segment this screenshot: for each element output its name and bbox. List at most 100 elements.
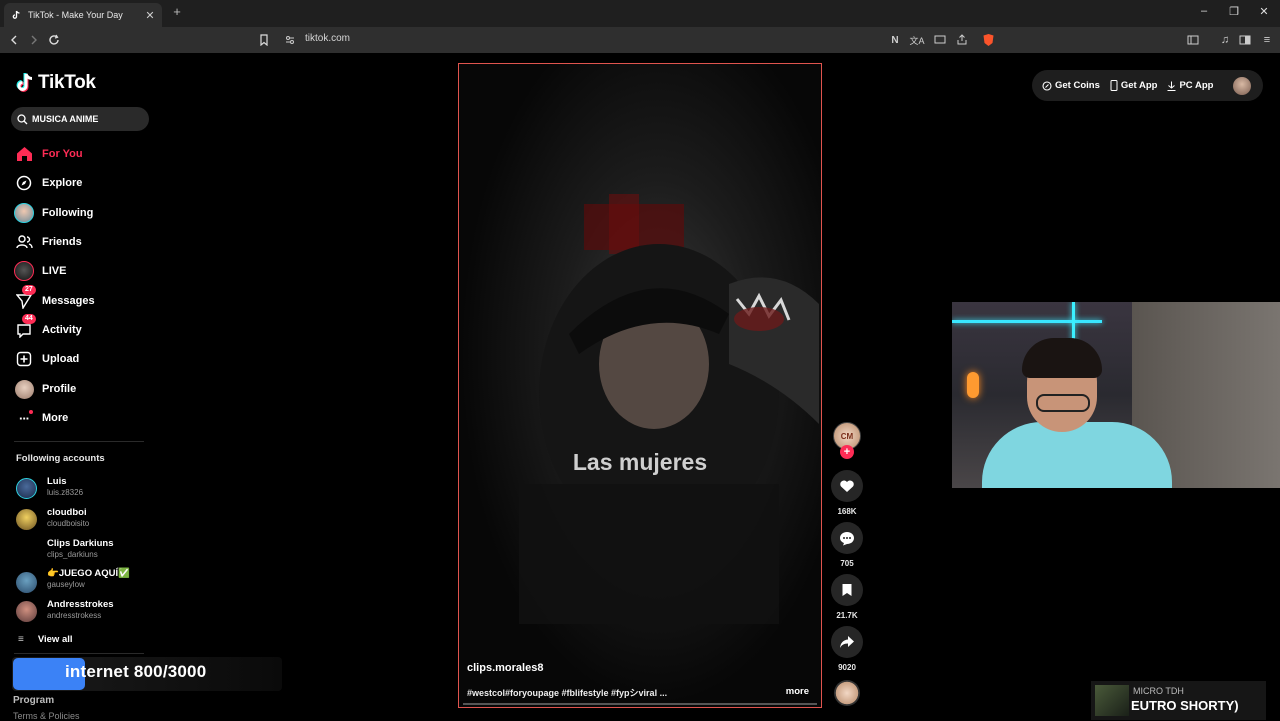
nav-label: Following [42, 207, 94, 219]
account-username: luis.z8326 [47, 488, 84, 497]
footer-program[interactable]: Program [13, 695, 54, 706]
music-disc-icon[interactable] [834, 680, 860, 706]
account-item[interactable]: Clips Darkiuns clips_darkiuns [14, 538, 154, 564]
comment-button[interactable] [831, 522, 863, 554]
address-bar[interactable]: tiktok.com [305, 33, 350, 44]
webcam-neon-light [952, 320, 1102, 323]
like-button[interactable] [831, 470, 863, 502]
translate-icon[interactable]: 文A [909, 32, 925, 48]
save-button[interactable] [831, 574, 863, 606]
coin-icon [1042, 80, 1052, 91]
video-author[interactable]: clips.morales8 [467, 662, 543, 674]
account-item[interactable]: 👉JUEGO AQUÍ✅ gauseylow [14, 568, 154, 594]
more-icon: ··· [14, 408, 34, 428]
logo-text: TikTok [38, 72, 96, 93]
pc-app-button[interactable]: PC App [1167, 80, 1213, 91]
nav-friends[interactable]: Friends [14, 231, 154, 253]
close-window-icon[interactable]: ✕ [1256, 5, 1272, 18]
video-player[interactable]: Las mujeres clips.morales8 #westcol#fory… [458, 63, 822, 708]
get-coins-button[interactable]: Get Coins [1042, 80, 1100, 91]
account-item[interactable]: Andresstrokes andresstrokess [14, 599, 154, 625]
account-username: cloudboisito [47, 519, 90, 528]
account-name: 👉JUEGO AQUÍ✅ [47, 568, 130, 579]
nav-activity[interactable]: 44 Activity [14, 314, 154, 341]
follow-button[interactable]: + [840, 445, 854, 459]
reader-icon[interactable] [1237, 32, 1253, 48]
brave-shield-icon[interactable] [980, 32, 996, 48]
nav-live[interactable]: LIVE [14, 260, 154, 282]
live-avatar [14, 261, 34, 281]
creator-avatar-text: CM [840, 431, 854, 441]
phone-icon [1110, 80, 1118, 91]
get-coins-label: Get Coins [1055, 80, 1100, 91]
tiktok-favicon-icon [10, 9, 22, 21]
webcam-person-shirt [982, 422, 1172, 488]
webcam-person-hair [1022, 338, 1102, 378]
comment-icon [840, 531, 854, 545]
video-scene [519, 194, 819, 624]
share-button[interactable] [831, 626, 863, 658]
messages-icon: 27 [14, 285, 36, 311]
close-tab-icon[interactable]: ✕ [144, 9, 156, 22]
profile-avatar [14, 379, 34, 399]
nav-label: More [42, 412, 69, 424]
restore-icon[interactable]: ❐ [1226, 5, 1242, 18]
nav-messages[interactable]: 27 Messages [14, 285, 154, 312]
view-all-link[interactable]: ≡ View all [18, 634, 73, 645]
now-playing-title: EUTRO SHORTY) [1131, 698, 1239, 713]
nav-label: Upload [42, 353, 80, 365]
comment-count: 705 [840, 559, 854, 568]
nav-label: LIVE [42, 265, 67, 277]
reload-icon[interactable] [46, 32, 62, 48]
new-tab-icon[interactable]: + [170, 5, 184, 19]
video-progress[interactable] [463, 703, 817, 705]
no-translate-icon[interactable]: N [887, 32, 903, 48]
bookmark-icon[interactable] [256, 32, 272, 48]
search-icon [17, 113, 28, 124]
nav-for-you[interactable]: For You [14, 143, 154, 165]
pc-app-label: PC App [1179, 80, 1214, 91]
upload-icon [14, 349, 34, 369]
account-name: Clips Darkiuns [47, 538, 114, 549]
nav-profile[interactable]: Profile [14, 378, 154, 400]
view-all-label: View all [37, 634, 73, 645]
divider [14, 653, 144, 654]
nav-more[interactable]: ··· More [14, 407, 154, 429]
nav-label: Friends [42, 236, 82, 248]
user-avatar[interactable] [1233, 77, 1251, 95]
share-icon [840, 636, 854, 648]
browser-tab[interactable]: TikTok - Make Your Day ✕ [4, 3, 162, 27]
avatar [16, 601, 37, 622]
browser-toolbar: tiktok.com N 文A ♫ ≡ [0, 27, 1280, 53]
back-icon[interactable] [6, 32, 22, 48]
stream-overlay-text: internet 800/3000 [65, 662, 207, 681]
nav-explore[interactable]: Explore [14, 172, 154, 194]
download-icon [1167, 81, 1176, 91]
share-count: 9020 [838, 663, 856, 672]
avatar [16, 509, 37, 530]
video-hashtags[interactable]: #westcol#foryoupage #fblifestyle #fypシvi… [467, 686, 667, 699]
more-button[interactable]: more [786, 686, 809, 697]
cast-icon[interactable] [932, 32, 948, 48]
activity-badge: 44 [22, 314, 36, 324]
menu-icon[interactable]: ≡ [1259, 32, 1275, 48]
account-item[interactable]: Luis luis.z8326 [14, 476, 154, 502]
tiktok-logo[interactable]: TikTok [16, 72, 96, 94]
friends-icon [14, 232, 34, 252]
sidebar-panel-icon[interactable] [1185, 32, 1201, 48]
media-icon[interactable]: ♫ [1217, 32, 1233, 48]
share-page-icon[interactable] [954, 32, 970, 48]
following-accounts-title: Following accounts [16, 453, 105, 464]
webcam-person-glasses [1036, 394, 1090, 412]
nav-upload[interactable]: Upload [14, 348, 154, 370]
forward-icon[interactable] [26, 32, 42, 48]
site-info-icon[interactable] [282, 32, 298, 48]
nav-label: Explore [42, 177, 83, 189]
search-input[interactable]: MUSICA ANIME [11, 107, 149, 131]
nav-label: Messages [42, 295, 95, 307]
account-username: gauseylow [47, 580, 85, 589]
minimize-icon[interactable]: – [1196, 5, 1212, 17]
nav-following[interactable]: Following [14, 202, 154, 224]
get-app-button[interactable]: Get App [1110, 80, 1157, 91]
account-item[interactable]: cloudboi cloudboisito [14, 507, 154, 533]
